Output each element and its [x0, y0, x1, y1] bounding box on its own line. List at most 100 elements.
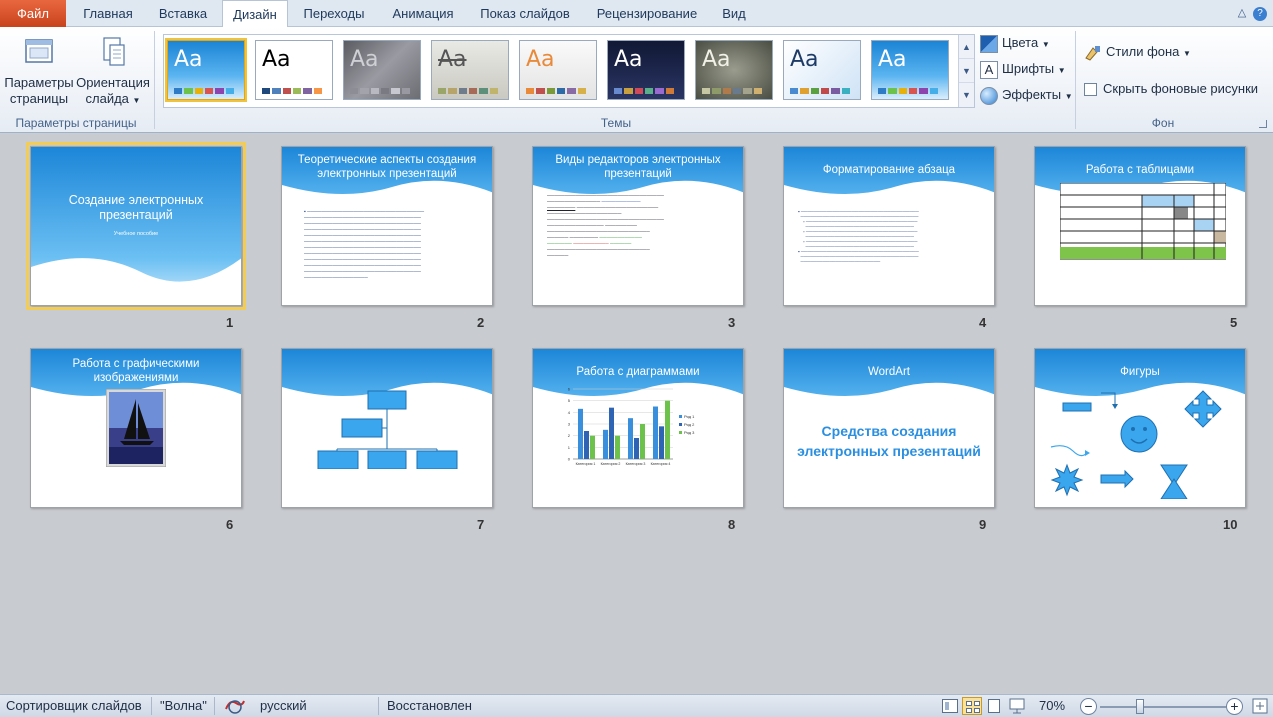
slide-number: 5	[1230, 315, 1238, 330]
collapse-ribbon-icon[interactable]: △	[1234, 6, 1250, 19]
slide-sorter-view-icon[interactable]	[962, 697, 982, 715]
tab-file[interactable]: Файл	[0, 0, 66, 27]
tab-home[interactable]: Главная	[72, 0, 144, 27]
zoom-level[interactable]: 70%	[1039, 698, 1065, 713]
theme-thumb-wave-2[interactable]: Aa	[871, 40, 949, 100]
slide-background-wave	[31, 147, 241, 305]
theme-aa: Aa	[526, 47, 555, 72]
slide-thumbnail-7[interactable]	[281, 348, 493, 508]
checkbox-icon[interactable]	[1084, 83, 1097, 97]
tab-transitions[interactable]: Переходы	[294, 0, 374, 27]
slide-thumbnail-5[interactable]: Работа с таблицами	[1034, 146, 1246, 306]
slide-sorter-area[interactable]: Создание электронных презентаций Учебное…	[0, 134, 1273, 693]
tab-slideshow[interactable]: Показ слайдов	[470, 0, 580, 27]
theme-thumb-dark-blue[interactable]: Aa	[607, 40, 685, 100]
slide-thumbnail-2[interactable]: Теоретические аспекты создания электронн…	[281, 146, 493, 306]
page-setup-icon	[25, 39, 53, 63]
tab-review[interactable]: Рецензирование	[588, 0, 706, 27]
tab-animation[interactable]: Анимация	[382, 0, 464, 27]
gallery-scroll-up-icon[interactable]: ▲	[959, 35, 974, 59]
slide-number: 9	[979, 517, 987, 532]
slide-thumbnail-10[interactable]: Фигуры	[1034, 348, 1246, 508]
background-styles-button[interactable]: Стили фона ▼	[1084, 41, 1191, 63]
theme-thumb-paper[interactable]: Aa	[431, 40, 509, 100]
tab-insert[interactable]: Вставка	[148, 0, 218, 27]
theme-colors-button[interactable]: Цвета ▼	[980, 32, 1050, 54]
chart-bar	[659, 426, 664, 459]
slide-thumbnail-6[interactable]: Работа с графическими изображениями	[30, 348, 242, 508]
group-label-page-setup: Параметры страницы	[15, 116, 137, 130]
chart-bar	[590, 435, 595, 459]
chart-x-tick: Категория 2	[601, 462, 621, 466]
gallery-expand-icon[interactable]: ▼	[959, 83, 974, 107]
fit-to-window-icon[interactable]	[1252, 698, 1268, 714]
slideshow-view-icon[interactable]	[1008, 698, 1026, 714]
shapes-graphic	[1050, 390, 1222, 499]
slide-number: 4	[979, 315, 987, 330]
fonts-icon: A	[980, 60, 998, 79]
gallery-scroll-down-icon[interactable]: ▼	[959, 59, 974, 83]
slide-orientation-button[interactable]: Ориентация слайда ▼	[76, 35, 150, 109]
gallery-scrollbar[interactable]: ▲ ▼ ▼	[958, 35, 974, 107]
normal-view-icon[interactable]	[942, 699, 958, 713]
theme-fonts-button[interactable]: A Шрифты ▼	[980, 58, 1066, 80]
theme-thumb-olive[interactable]: Aa	[695, 40, 773, 100]
dropdown-arrow-icon: ▼	[1064, 92, 1073, 101]
dialog-launcher-icon[interactable]	[1259, 120, 1267, 128]
group-label-background: Фон	[1151, 116, 1175, 130]
slide-title: Виды редакторов электронных презентаций	[555, 154, 721, 180]
status-separator	[378, 697, 379, 715]
slide-table-graphic	[1060, 183, 1226, 260]
ribbon-design: Параметры страницы Ориентация слайда ▼ П…	[0, 27, 1273, 133]
dropdown-arrow-icon: ▼	[1183, 49, 1191, 58]
help-icon[interactable]: ?	[1253, 7, 1267, 21]
tab-view[interactable]: Вид	[714, 0, 754, 27]
theme-thumb-grey[interactable]: Aa	[343, 40, 421, 100]
zoom-in-button[interactable]: +	[1226, 698, 1243, 715]
slide-thumbnail-9[interactable]: WordArt Средства создания электронных пр…	[783, 348, 995, 508]
spellcheck-icon[interactable]	[224, 697, 246, 715]
tab-design[interactable]: Дизайн	[222, 0, 288, 28]
group-separator	[1075, 31, 1076, 129]
slide-number: 8	[728, 517, 736, 532]
chart-y-tick: 4	[568, 410, 571, 415]
dropdown-arrow-icon: ▼	[1041, 40, 1050, 49]
wordart-text: Средства создания электронных презентаци…	[797, 423, 981, 459]
chart-bar	[640, 424, 645, 459]
chart-y-tick: 3	[568, 422, 571, 427]
chart-y-tick: 0	[568, 457, 571, 462]
slide-title: WordArt	[868, 366, 910, 378]
zoom-slider-track[interactable]	[1100, 706, 1226, 708]
slide-thumbnail-8[interactable]: Работа с диаграммами 0 1 2 3 4 5 6 Категория 1 К…	[532, 348, 744, 508]
theme-aa: Aa	[350, 47, 379, 72]
hide-background-graphics-checkbox[interactable]: Скрыть фоновые рисунки	[1084, 78, 1258, 100]
ribbon-tab-bar: Файл Главная Вставка Дизайн Переходы Ани…	[0, 0, 1273, 28]
zoom-slider-thumb[interactable]	[1136, 699, 1144, 714]
status-language[interactable]: русский	[260, 698, 307, 713]
slide-bar-chart: 0 1 2 3 4 5 6 Категория 1 Категория 2 Категория 3…	[568, 387, 695, 467]
colors-label: Цвета	[1002, 35, 1039, 50]
theme-effects-button[interactable]: Эффекты ▼	[980, 84, 1073, 106]
status-theme-name[interactable]: "Волна"	[160, 698, 207, 713]
chart-legend-swatch	[679, 415, 682, 418]
theme-thumb-office[interactable]: Aa	[255, 40, 333, 100]
page-setup-button[interactable]: Параметры страницы	[2, 35, 76, 107]
chart-bar	[603, 429, 608, 459]
slide-subtitle: Учебное пособие	[113, 231, 159, 237]
theme-aa: Aa	[262, 47, 291, 72]
status-separator	[214, 697, 215, 715]
theme-thumb-orange[interactable]: Aa	[519, 40, 597, 100]
theme-aa: Aa	[702, 47, 731, 72]
reading-view-icon[interactable]	[988, 699, 1000, 713]
orientation-label-2: слайда	[85, 91, 129, 106]
slide-thumbnail-3[interactable]: Виды редакторов электронных презентаций …	[532, 146, 744, 306]
theme-thumb-wave[interactable]: Aa	[165, 38, 247, 102]
zoom-out-button[interactable]: −	[1080, 698, 1097, 715]
themes-gallery[interactable]: Aa Aa Aa Aa Aa Aa Aa Aa Aa ▲ ▼ ▼	[163, 34, 975, 108]
slide-body-text: ───────────────────────────────── ───────…	[547, 193, 664, 259]
theme-aa: Aa	[878, 47, 907, 72]
slide-thumbnail-1[interactable]: Создание электронных презентаций Учебное…	[26, 142, 246, 310]
slide-thumbnail-4[interactable]: Форматирование абзаца ▪ ────────────────…	[783, 146, 995, 306]
theme-thumb-light-blue[interactable]: Aa	[783, 40, 861, 100]
slide-orientation-icon	[103, 37, 125, 66]
